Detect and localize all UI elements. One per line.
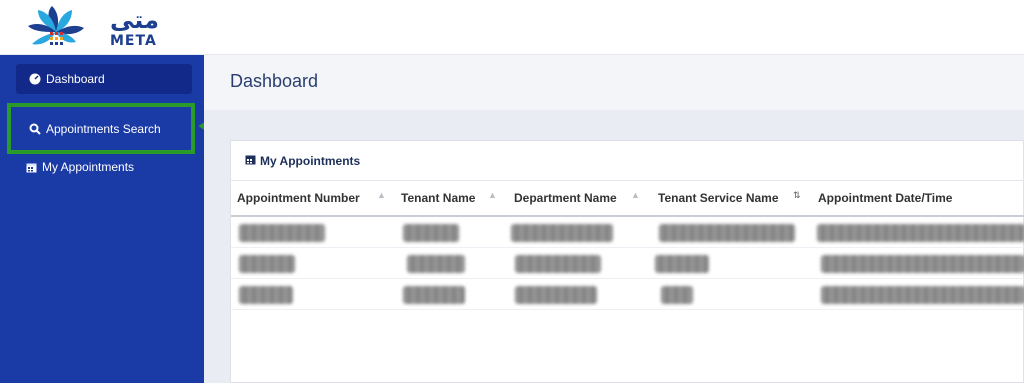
page-title: Dashboard — [230, 71, 319, 91]
sidebar-item-dashboard[interactable]: Dashboard — [16, 64, 192, 94]
calendar-icon — [245, 152, 256, 170]
table-row[interactable] — [231, 217, 1024, 248]
column-header-appointment-datetime[interactable]: Appointment Date/Time — [818, 191, 952, 205]
page-header: Dashboard — [204, 55, 1024, 110]
column-header-tenant-name[interactable]: Tenant Name — [401, 191, 475, 205]
redacted-cell — [239, 224, 325, 242]
sidebar-item-label: Dashboard — [46, 72, 105, 86]
dashboard-gauge-icon — [28, 72, 42, 86]
redacted-cell — [407, 255, 465, 273]
card-title: My Appointments — [260, 153, 361, 168]
redacted-cell — [511, 224, 613, 242]
sort-desc-icon[interactable]: ⇅ — [793, 190, 801, 201]
logo-english-text: META — [110, 33, 157, 49]
main-content: Dashboard My Appointments Appointment Nu… — [204, 55, 1024, 383]
redacted-cell — [515, 286, 597, 304]
sort-icon[interactable]: ▲ — [377, 190, 386, 200]
top-header: متى META — [0, 0, 1024, 55]
logo-arabic-text: متى — [110, 6, 159, 34]
redacted-cell — [239, 255, 295, 273]
redacted-cell — [403, 224, 459, 242]
column-header-appointment-number[interactable]: Appointment Number — [237, 191, 360, 205]
sidebar-item-label: My Appointments — [42, 160, 135, 174]
redacted-cell — [821, 255, 1024, 273]
meta-logo-emblem-icon — [28, 6, 84, 45]
table-row[interactable] — [231, 248, 1024, 279]
column-header-department-name[interactable]: Department Name — [514, 191, 617, 205]
my-appointments-card: My Appointments Appointment Number ▲ Ten… — [230, 140, 1024, 383]
card-header: My Appointments — [231, 141, 1024, 181]
redacted-cell — [661, 286, 693, 304]
table-header-row: Appointment Number ▲ Tenant Name ▲ Depar… — [231, 181, 1024, 217]
column-header-tenant-service-name[interactable]: Tenant Service Name — [658, 191, 779, 205]
sidebar-item-my-appointments[interactable]: My Appointments — [16, 152, 192, 182]
redacted-cell — [659, 224, 795, 242]
sort-icon[interactable]: ▲ — [631, 190, 640, 200]
appointments-table: Appointment Number ▲ Tenant Name ▲ Depar… — [231, 181, 1024, 310]
redacted-cell — [403, 286, 465, 304]
redacted-cell — [239, 286, 293, 304]
sort-icon[interactable]: ▲ — [488, 190, 497, 200]
redacted-cell — [821, 286, 1024, 304]
highlight-box — [7, 103, 195, 154]
redacted-cell — [655, 255, 709, 273]
redacted-cell — [817, 224, 1024, 242]
table-row[interactable] — [231, 279, 1024, 310]
meta-logo[interactable]: متى META — [12, 2, 162, 52]
redacted-cell — [515, 255, 601, 273]
calendar-icon — [24, 160, 38, 174]
app-window: متى META Dashboard Appointments Search M… — [0, 0, 1024, 383]
